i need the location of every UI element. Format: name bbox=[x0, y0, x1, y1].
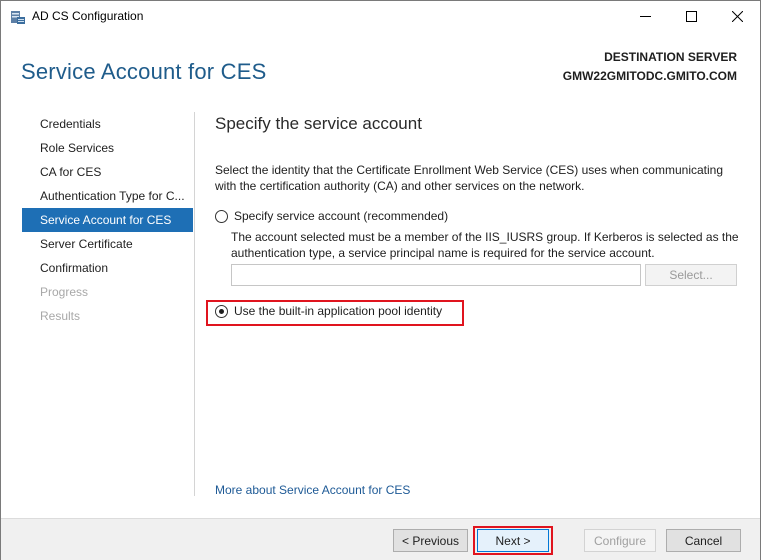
description-text: Select the identity that the Certificate… bbox=[215, 163, 724, 193]
next-button[interactable]: Next > bbox=[477, 529, 549, 552]
main-content: Specify the service account Select the i… bbox=[206, 112, 739, 502]
nav-item-progress: Progress bbox=[40, 285, 89, 299]
ad-cs-configuration-window: AD CS Configuration Service Account for … bbox=[0, 0, 761, 560]
previous-button[interactable]: < Previous bbox=[393, 529, 468, 552]
nav-item-role-services[interactable]: Role Services bbox=[22, 136, 193, 160]
server-manager-icon bbox=[11, 11, 25, 24]
minimize-icon bbox=[639, 16, 651, 17]
specify-account-option[interactable]: Specify service account (recommended) bbox=[215, 209, 448, 223]
builtin-identity-radio[interactable] bbox=[215, 304, 228, 318]
destination-server-label: DESTINATION SERVER bbox=[604, 50, 737, 64]
nav-item-authentication-type[interactable]: Authentication Type for C... bbox=[22, 184, 193, 208]
service-account-input[interactable] bbox=[231, 264, 641, 286]
close-button[interactable] bbox=[714, 1, 760, 32]
select-account-button[interactable]: Select... bbox=[645, 264, 737, 286]
window-title: AD CS Configuration bbox=[32, 9, 144, 23]
minimize-button[interactable] bbox=[622, 1, 668, 32]
maximize-button[interactable] bbox=[668, 1, 714, 32]
nav-item-confirmation[interactable]: Confirmation bbox=[22, 256, 193, 280]
specify-account-radio[interactable] bbox=[215, 209, 228, 223]
close-icon bbox=[731, 11, 743, 22]
more-info-link[interactable]: More about Service Account for CES bbox=[215, 483, 410, 497]
builtin-identity-option[interactable]: Use the built-in application pool identi… bbox=[215, 304, 442, 318]
page-title: Service Account for CES bbox=[21, 59, 267, 84]
destination-server-name: GMW22GMITODC.GMITO.COM bbox=[562, 69, 737, 83]
nav-item-results: Results bbox=[40, 309, 81, 323]
title-bar: AD CS Configuration bbox=[1, 1, 760, 32]
nav-divider bbox=[194, 112, 195, 496]
wizard-footer: < Previous Next > Configure Cancel bbox=[1, 518, 760, 560]
maximize-icon bbox=[685, 11, 697, 22]
configure-button[interactable]: Configure bbox=[584, 529, 656, 552]
section-title: Specify the service account bbox=[215, 114, 422, 133]
nav-item-ca-for-ces[interactable]: CA for CES bbox=[22, 160, 193, 184]
specify-account-note: The account selected must be a member of… bbox=[231, 230, 739, 260]
nav-item-credentials[interactable]: Credentials bbox=[22, 112, 193, 136]
builtin-identity-label: Use the built-in application pool identi… bbox=[234, 304, 443, 318]
nav-item-server-certificate[interactable]: Server Certificate bbox=[22, 232, 193, 256]
wizard-nav: Credentials Role Services CA for CES Aut… bbox=[22, 112, 193, 328]
specify-account-label: Specify service account (recommended) bbox=[234, 209, 449, 223]
wizard-header: Service Account for CES DESTINATION SERV… bbox=[1, 32, 760, 102]
cancel-button[interactable]: Cancel bbox=[666, 529, 741, 552]
nav-item-service-account[interactable]: Service Account for CES bbox=[22, 208, 193, 232]
